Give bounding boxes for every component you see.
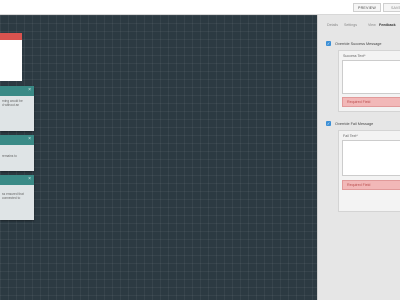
node-card-body: rning would be d without an	[0, 96, 34, 111]
node-card-header: ×	[0, 135, 34, 145]
success-required-error: Required Field	[342, 97, 400, 107]
top-toolbar: PREVIEW SAVE D	[0, 0, 400, 15]
node-card-header: ×	[0, 86, 34, 96]
node-card-body: remains to	[0, 145, 34, 161]
close-icon[interactable]: ×	[28, 88, 31, 93]
success-text-label: Success Text*	[343, 54, 366, 58]
start-node-card[interactable]	[0, 33, 22, 81]
preview-button[interactable]: PREVIEW	[353, 3, 381, 12]
override-fail-label: Override Fail Message	[335, 122, 374, 126]
override-fail-checkbox[interactable]: ✓	[326, 121, 331, 126]
close-icon[interactable]: ×	[28, 177, 31, 182]
close-icon[interactable]: ×	[28, 137, 31, 142]
save-button[interactable]: SAVE D	[383, 3, 400, 12]
fail-required-error: Required Field	[342, 180, 400, 190]
tab-feedback[interactable]: Feedback	[379, 23, 396, 27]
panel-tabs: Details Settings View Feedback	[318, 23, 400, 31]
flow-canvas[interactable]: × rning would be d without an × remains …	[0, 15, 317, 300]
override-success-checkbox[interactable]: ✓	[326, 41, 331, 46]
fail-text-input[interactable]	[342, 140, 400, 176]
tab-details[interactable]: Details	[327, 23, 338, 27]
success-text-input[interactable]	[342, 60, 400, 94]
node-card[interactable]: × remains to	[0, 135, 34, 171]
node-card-body: ss ensured that connected to	[0, 185, 34, 204]
fail-text-label: Fail Text*	[343, 134, 358, 138]
fail-message-group: Fail Text* Required Field	[338, 130, 400, 212]
tab-view[interactable]: View	[368, 23, 376, 27]
node-card-text: d without an	[2, 103, 20, 108]
node-card[interactable]: × rning would be d without an	[0, 86, 34, 131]
tab-settings[interactable]: Settings	[344, 23, 357, 27]
node-card-text: connected to	[2, 196, 21, 201]
override-success-label: Override Success Message	[335, 42, 382, 46]
properties-panel: Details Settings View Feedback ✓ Overrid…	[317, 15, 400, 300]
success-message-group: Success Text* Required Field	[338, 50, 400, 112]
node-card-text: remains to	[2, 154, 17, 158]
node-card-header: ×	[0, 175, 34, 185]
node-card[interactable]: × ss ensured that connected to	[0, 175, 34, 220]
